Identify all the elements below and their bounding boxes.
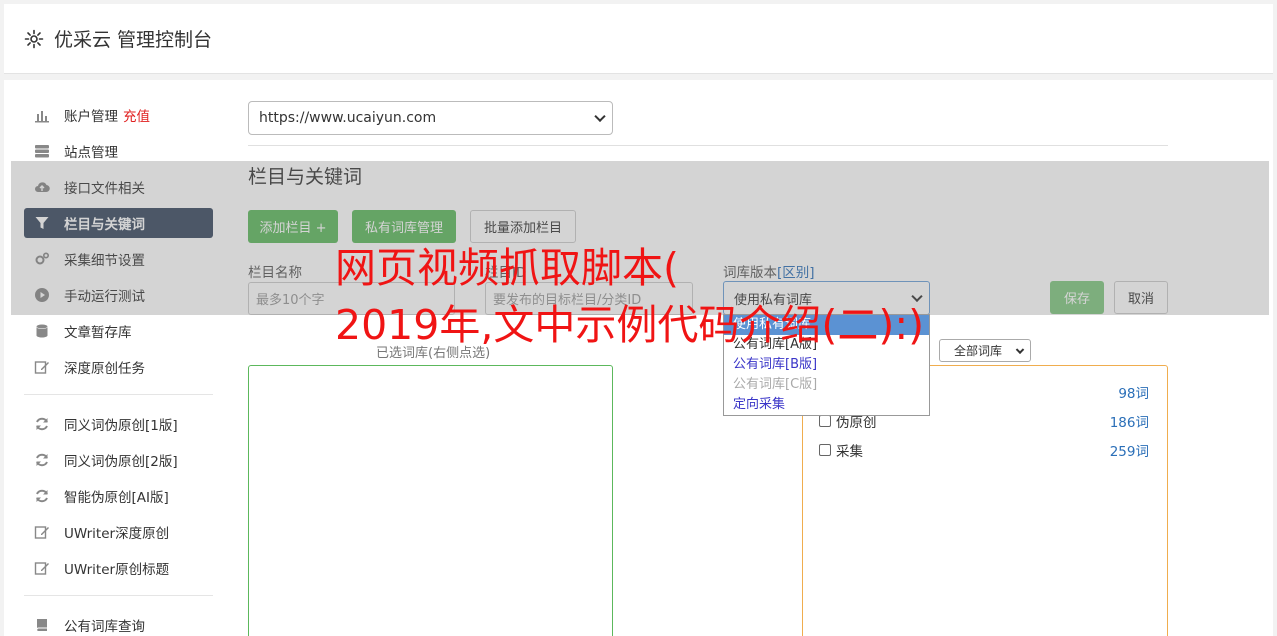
watermark-text: 网页视频抓取脚本( 2019年,文中示例代码介绍(二):) <box>335 240 975 354</box>
library-checkbox[interactable] <box>819 415 831 427</box>
sidebar-item-uwriter-title[interactable]: UWriter原创标题 <box>24 553 213 583</box>
bar-chart-icon <box>34 107 50 123</box>
sidebar-item-public-lib[interactable]: 公有词库查询 <box>24 610 213 636</box>
sidebar-divider <box>24 595 213 596</box>
app-title: 优采云 管理控制台 <box>54 29 213 51</box>
sidebar-divider <box>24 394 213 395</box>
sidebar-item-account[interactable]: 账户管理 充值 <box>24 100 213 130</box>
sidebar-item-article-store[interactable]: 文章暂存库 <box>24 316 213 346</box>
dropdown-option[interactable]: 定向采集 <box>724 395 929 415</box>
sidebar-item-label: UWriter深度原创 <box>64 526 170 542</box>
library-name: 采集 <box>836 444 863 460</box>
sidebar-item-label: 文章暂存库 <box>64 325 132 341</box>
sidebar-item-synonym-v2[interactable]: 同义词伪原创[2版] <box>24 445 213 475</box>
book-icon <box>34 617 50 633</box>
library-count: 259词 <box>1109 444 1149 460</box>
server-icon <box>34 143 50 159</box>
dropdown-option[interactable]: 公有词库[C版] <box>724 375 929 395</box>
library-checkbox[interactable] <box>819 444 831 456</box>
edit-icon <box>34 359 50 375</box>
database-icon <box>34 323 50 339</box>
chevron-down-icon <box>1015 345 1025 354</box>
library-count: 186词 <box>1109 415 1149 431</box>
selected-libraries-box[interactable] <box>248 365 613 636</box>
refresh-icon <box>34 416 50 432</box>
sidebar-item-label: 站点管理 <box>64 145 118 161</box>
watermark-line: 网页视频抓取脚本( <box>335 244 679 292</box>
edit-icon <box>34 524 50 540</box>
site-select-value: https://www.ucaiyun.com <box>259 110 437 126</box>
sidebar-item-label: 账户管理 <box>64 109 118 125</box>
sidebar-item-label: UWriter原创标题 <box>64 562 170 578</box>
library-count: 98词 <box>1118 386 1149 402</box>
sidebar-item-uwriter-deep[interactable]: UWriter深度原创 <box>24 517 213 547</box>
site-select[interactable]: https://www.ucaiyun.com <box>248 101 613 135</box>
sidebar-item-deep-original[interactable]: 深度原创任务 <box>24 352 213 382</box>
sidebar-item-label: 同义词伪原创[1版] <box>64 418 178 434</box>
sidebar-item-synonym-v1[interactable]: 同义词伪原创[1版] <box>24 409 213 439</box>
refresh-icon <box>34 452 50 468</box>
dropdown-option[interactable]: 公有词库[B版] <box>724 355 929 375</box>
sidebar-item-ai-rewrite[interactable]: 智能伪原创[AI版] <box>24 481 213 511</box>
sidebar-item-label: 智能伪原创[AI版] <box>64 490 169 506</box>
watermark-line: 2019年,文中示例代码介绍(二):) <box>335 301 925 349</box>
sidebar-item-label: 公有词库查询 <box>64 619 145 635</box>
sidebar-item-label: 同义词伪原创[2版] <box>64 454 178 470</box>
edit-icon <box>34 560 50 576</box>
divider <box>248 145 1168 146</box>
recharge-link[interactable]: 充值 <box>123 105 150 125</box>
list-item[interactable]: 采集 259词 <box>819 440 1149 460</box>
refresh-icon <box>34 488 50 504</box>
chevron-down-icon <box>594 110 606 123</box>
app-header: 优采云 管理控制台 <box>4 4 1273 74</box>
sidebar-item-label: 深度原创任务 <box>64 361 145 377</box>
gear-icon <box>24 29 44 49</box>
